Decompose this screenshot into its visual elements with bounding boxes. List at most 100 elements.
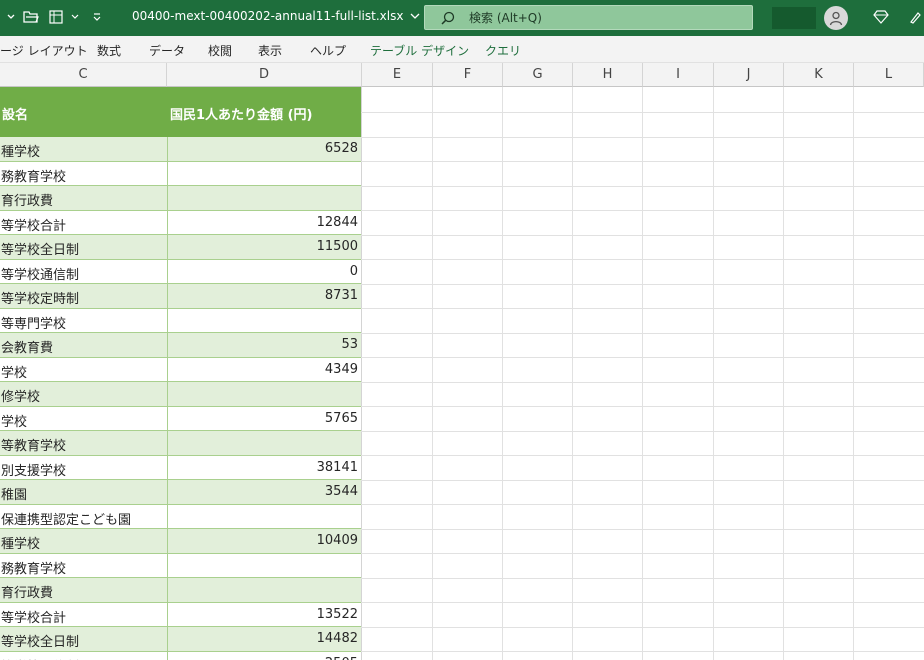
column-header-k[interactable]: K <box>784 63 854 87</box>
cell-d[interactable]: 12844 <box>167 210 361 234</box>
table-right-border <box>361 87 362 660</box>
cell-c[interactable]: 等学校通信制 <box>1 264 79 283</box>
cell-d[interactable]: 11500 <box>167 235 361 259</box>
cell-d[interactable]: 14482 <box>167 627 361 651</box>
table-row: 等教育学校 <box>0 431 361 456</box>
cell-d[interactable]: 38141 <box>167 455 361 479</box>
column-header-d[interactable]: D <box>167 63 362 87</box>
column-header-g[interactable]: G <box>503 63 573 87</box>
gridline-horizontal <box>361 504 924 505</box>
cell-d[interactable]: 13522 <box>167 602 361 626</box>
cell-d[interactable] <box>167 308 361 332</box>
header-cell-c[interactable]: 設名 <box>2 104 28 123</box>
gridline-horizontal <box>361 627 924 628</box>
cell-c[interactable]: 務教育学校 <box>1 166 66 185</box>
column-header-i[interactable]: I <box>643 63 714 87</box>
table-row: 保連携型認定こども園 <box>0 504 361 529</box>
tab-table-design[interactable]: テーブル デザイン <box>370 42 469 59</box>
table-row: 育行政費 <box>0 578 361 603</box>
cell-c[interactable]: 育行政費 <box>1 190 53 209</box>
table-row: 等学校全日制 14482 <box>0 627 361 652</box>
file-name[interactable]: 00400-mext-00400202-annual11-full-list.x… <box>132 9 420 23</box>
cell-c[interactable]: 会教育費 <box>1 337 53 356</box>
cell-c[interactable]: 等学校全日制 <box>1 631 79 650</box>
cell-c[interactable]: 種学校 <box>1 141 40 160</box>
cell-d[interactable] <box>167 186 361 210</box>
cell-c[interactable]: 等学校通信制 <box>1 656 79 660</box>
cell-c[interactable]: 修学校 <box>1 386 40 405</box>
cell-d[interactable]: 8731 <box>167 284 361 308</box>
cell-c[interactable]: 等学校定時制 <box>1 288 79 307</box>
cell-d[interactable] <box>167 553 361 577</box>
cell-c[interactable]: 稚園 <box>1 484 27 503</box>
tab-query[interactable]: クエリ <box>485 42 521 59</box>
tab-page-layout[interactable]: ージ レイアウト <box>0 42 88 59</box>
gridline-horizontal <box>361 112 924 113</box>
column-header-c[interactable]: C <box>0 63 167 87</box>
tab-formulas[interactable]: 数式 <box>97 42 121 59</box>
gridline-horizontal <box>361 578 924 579</box>
cell-c[interactable]: 等学校合計 <box>1 607 66 626</box>
cell-d[interactable] <box>167 504 361 528</box>
cell-c[interactable]: 学校 <box>1 362 27 381</box>
tab-review[interactable]: 校閲 <box>208 42 232 59</box>
cell-d[interactable]: 3544 <box>167 480 361 504</box>
table-row: 等学校通信制 2505 <box>0 651 361 660</box>
search-box[interactable]: 検索 (Alt+Q) <box>424 5 753 30</box>
spreadsheet-grid[interactable]: 設名 国民1人あたり金額 (円) 種学校 6528 務教育学校 育行政費 等学校合計 12… <box>0 87 924 660</box>
header-cell-d[interactable]: 国民1人あたり金額 (円) <box>170 104 312 123</box>
cell-d[interactable]: 4349 <box>167 357 361 381</box>
table-row: 会教育費 53 <box>0 333 361 358</box>
table-row: 等学校合計 12844 <box>0 210 361 235</box>
pen-icon[interactable] <box>906 8 924 26</box>
cell-d[interactable]: 5765 <box>167 406 361 430</box>
cell-d[interactable] <box>167 578 361 602</box>
person-icon <box>829 11 843 26</box>
avatar[interactable] <box>824 6 848 30</box>
search-placeholder: 検索 (Alt+Q) <box>469 11 542 25</box>
diamond-icon[interactable] <box>872 8 890 26</box>
table-row: 等専門学校 <box>0 308 361 333</box>
cell-d[interactable]: 0 <box>167 259 361 283</box>
tab-view[interactable]: 表示 <box>258 42 282 59</box>
cell-c[interactable]: 学校 <box>1 411 27 430</box>
open-folder-icon[interactable] <box>22 8 40 26</box>
tab-data[interactable]: データ <box>149 42 185 59</box>
cell-c[interactable]: 別支援学校 <box>1 460 66 479</box>
column-header-e[interactable]: E <box>362 63 433 87</box>
gridline-horizontal <box>361 651 924 652</box>
cell-d[interactable]: 2505 <box>167 651 361 660</box>
tab-help[interactable]: ヘルプ <box>310 42 346 59</box>
gridline-horizontal <box>361 382 924 383</box>
cell-c[interactable]: 育行政費 <box>1 582 53 601</box>
column-header-j[interactable]: J <box>714 63 784 87</box>
customize-toolbar-icon[interactable] <box>88 8 106 26</box>
dropdown-arrow-icon[interactable] <box>66 8 84 26</box>
chevron-down-icon[interactable] <box>2 8 20 26</box>
gridline-horizontal <box>361 235 924 236</box>
gridline-horizontal <box>361 480 924 481</box>
filename-chevron-icon[interactable] <box>410 12 420 20</box>
cell-c[interactable]: 等学校全日制 <box>1 239 79 258</box>
cell-c[interactable]: 等専門学校 <box>1 313 66 332</box>
gridline-vertical <box>572 87 573 660</box>
cell-d[interactable] <box>167 431 361 455</box>
cell-c[interactable]: 保連携型認定こども園 <box>1 509 131 528</box>
cell-d[interactable] <box>167 382 361 406</box>
gridline-vertical <box>783 87 784 660</box>
cell-c[interactable]: 種学校 <box>1 533 40 552</box>
gridline-horizontal <box>361 308 924 309</box>
cell-c[interactable]: 等学校合計 <box>1 215 66 234</box>
user-name-block[interactable] <box>772 7 816 29</box>
column-header-f[interactable]: F <box>433 63 503 87</box>
form-icon[interactable] <box>48 8 66 26</box>
cell-d[interactable] <box>167 161 361 185</box>
cell-d[interactable]: 6528 <box>167 137 361 161</box>
column-header-l[interactable]: L <box>854 63 924 87</box>
cell-c[interactable]: 等教育学校 <box>1 435 66 454</box>
cell-c[interactable]: 務教育学校 <box>1 558 66 577</box>
table-row: 等学校合計 13522 <box>0 602 361 627</box>
cell-d[interactable]: 53 <box>167 333 361 357</box>
cell-d[interactable]: 10409 <box>167 529 361 553</box>
column-header-h[interactable]: H <box>573 63 643 87</box>
